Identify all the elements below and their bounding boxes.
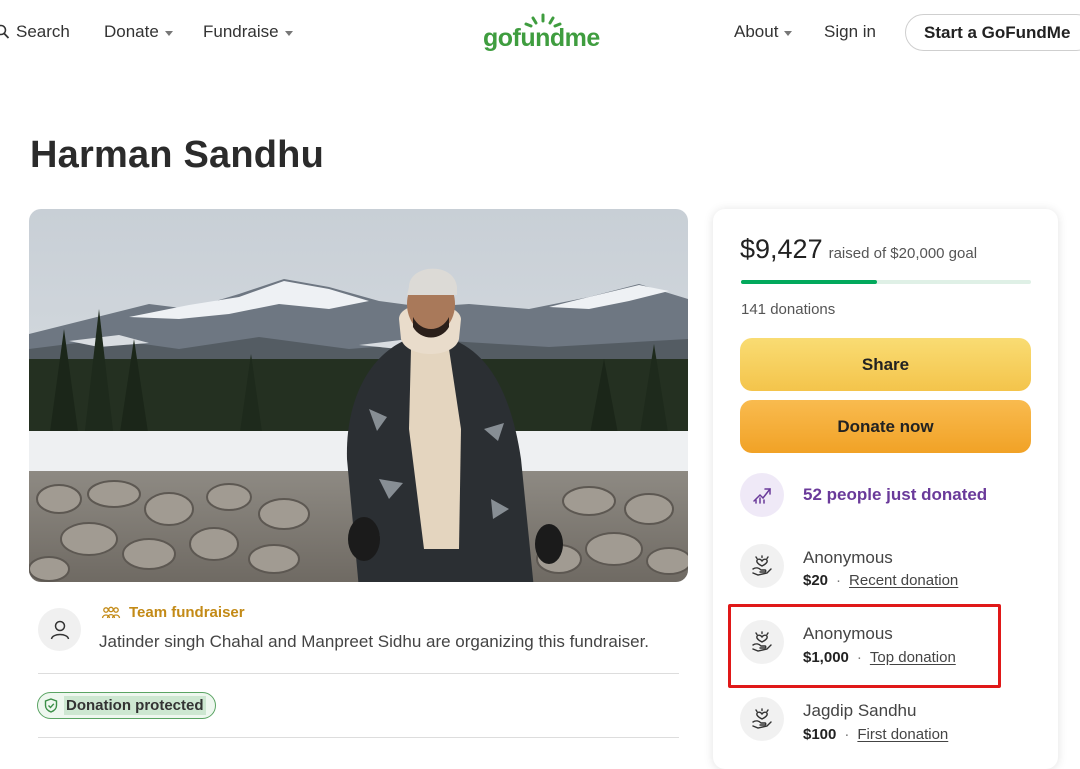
chevron-down-icon <box>784 30 793 36</box>
heart-hand-icon <box>752 708 772 729</box>
about-menu[interactable]: About <box>734 22 793 42</box>
divider <box>38 673 679 674</box>
start-gofundme-button[interactable]: Start a GoFundMe <box>905 14 1080 51</box>
recent-donors-count: 52 people just donated <box>803 485 988 504</box>
donor-meta: $100 · First donation <box>803 726 948 743</box>
gofundme-logo[interactable]: gofundme <box>483 12 603 54</box>
donate-now-label: Donate now <box>837 416 934 436</box>
team-fundraiser-label: Team fundraiser <box>101 604 245 621</box>
donor-meta: $20 · Recent donation <box>803 572 958 589</box>
donor-name: Anonymous <box>803 548 893 567</box>
donation-protected-label: Donation protected <box>64 696 206 715</box>
user-icon <box>50 620 69 639</box>
shield-icon <box>44 698 58 713</box>
share-button-label: Share <box>861 354 910 374</box>
organizer-text: Jatinder singh Chahal and Manpreet Sidhu… <box>99 632 650 651</box>
trending-icon <box>740 473 784 517</box>
divider <box>38 737 679 738</box>
fundraise-menu-label: Fundraise <box>203 22 279 41</box>
separator-dot: · <box>836 572 842 589</box>
logo-wordmark: gofundme <box>483 24 600 52</box>
team-icon <box>101 606 121 618</box>
donor-name: Jagdip Sandhu <box>803 701 917 720</box>
raised-goal-text: raised of $20,000 goal <box>828 245 978 262</box>
campaign-photo[interactable] <box>29 209 688 582</box>
page-title: Harman Sandhu <box>30 134 324 176</box>
search-link[interactable]: Search <box>0 22 70 42</box>
sign-in-link[interactable]: Sign in <box>824 22 876 42</box>
donate-menu-label: Donate <box>104 22 159 41</box>
organizer-avatar[interactable] <box>38 608 81 651</box>
progress-bar-fill <box>741 280 878 284</box>
donor-avatar <box>740 544 784 588</box>
highlight-box <box>728 604 1001 688</box>
site-header: Search Donate Fundraise gofundme About S… <box>0 0 1080 66</box>
donate-now-button[interactable]: Donate now <box>740 400 1031 453</box>
campaign-photo-art <box>29 209 688 582</box>
donor-tag-link[interactable]: Recent donation <box>849 572 958 589</box>
donor-amount: $20 <box>803 572 829 589</box>
share-button[interactable]: Share <box>740 338 1031 391</box>
fundraise-menu[interactable]: Fundraise <box>203 22 293 42</box>
donor-amount: $100 <box>803 726 837 743</box>
raised-amount: $9,427 <box>740 234 823 264</box>
donation-protected-badge[interactable]: Donation protected <box>37 692 216 719</box>
start-gofundme-label: Start a GoFundMe <box>924 22 1071 42</box>
trend-arrow-icon <box>753 488 771 504</box>
donor-tag-link[interactable]: First donation <box>857 726 948 743</box>
donor-avatar <box>740 697 784 741</box>
sign-in-label: Sign in <box>824 22 876 41</box>
chevron-down-icon <box>284 30 293 36</box>
about-menu-label: About <box>734 22 779 41</box>
separator-dot: · <box>844 726 850 743</box>
donations-count: 141 donations <box>741 301 836 318</box>
progress-bar <box>741 280 1031 284</box>
donate-menu[interactable]: Donate <box>104 22 173 42</box>
search-icon <box>0 24 10 39</box>
raised-summary: $9,427 raised of $20,000 goal <box>740 234 977 265</box>
search-label: Search <box>16 22 70 41</box>
team-fundraiser-text: Team fundraiser <box>129 604 245 621</box>
chevron-down-icon <box>164 30 173 36</box>
heart-hand-icon <box>752 555 772 576</box>
